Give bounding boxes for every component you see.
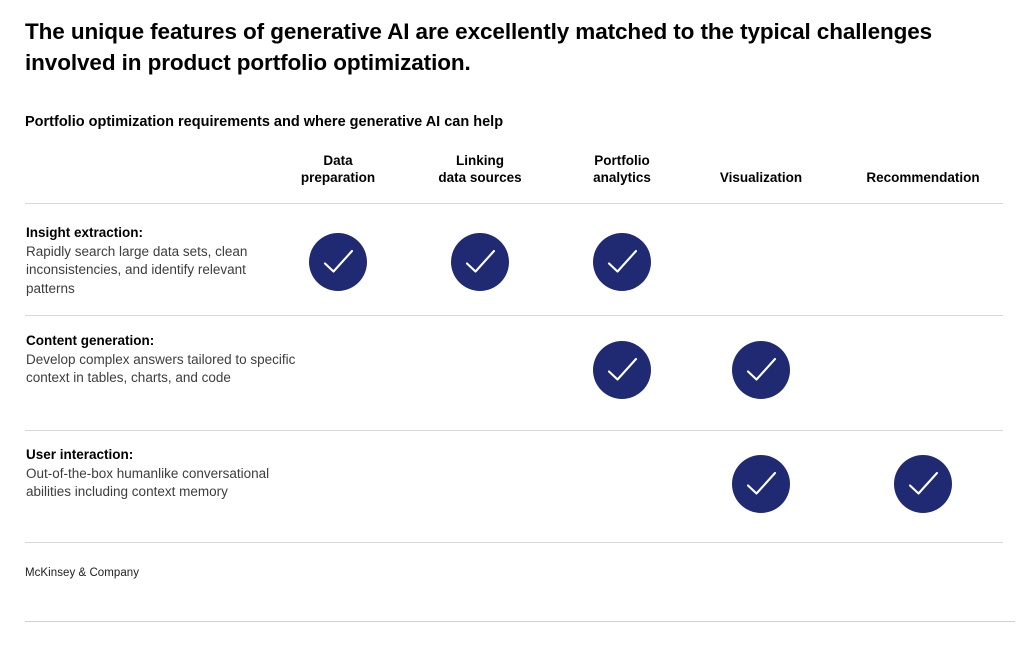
check-icon (323, 249, 354, 273)
brand-footer: McKinsey & Company (25, 567, 140, 579)
row-lead-user-interaction: User interaction: (26, 447, 134, 462)
divider-rule-1 (25, 203, 1003, 204)
row-label-insight-extraction: Insight extraction: Rapidly search large … (26, 224, 296, 298)
check-icon (746, 471, 777, 495)
column-header-recommendation: Recommendation (866, 170, 980, 185)
column-header-data-preparation: Data preparation (300, 153, 376, 185)
check-icon (908, 471, 939, 495)
divider-rule-3 (25, 430, 1003, 431)
check-cell-content-generation-portfolio-analytics (593, 341, 651, 399)
check-cell-user-interaction-visualization (732, 455, 790, 513)
row-description-content-generation: Develop complex answers tailored to spec… (26, 351, 296, 386)
infographic-page: The unique features of generative AI are… (0, 0, 1024, 650)
check-icon (746, 357, 777, 381)
check-cell-insight-extraction-portfolio-analytics (593, 233, 651, 291)
check-icon (465, 249, 496, 273)
row-description-user-interaction: Out-of-the-box humanlike conversational … (26, 465, 270, 500)
row-lead-content-generation: Content generation: (26, 333, 155, 348)
check-cell-content-generation-visualization (732, 341, 790, 399)
check-icon (607, 357, 638, 381)
check-cell-user-interaction-recommendation (894, 455, 952, 513)
column-header-portfolio-analytics: Portfolio analytics (593, 153, 651, 185)
divider-rule-2 (25, 315, 1003, 316)
row-description-insight-extraction: Rapidly search large data sets, clean in… (26, 243, 248, 296)
divider-rule-4 (25, 542, 1003, 543)
check-cell-insight-extraction-data-preparation (309, 233, 367, 291)
capability-matrix: Data preparation Linking data sources Port… (0, 0, 1024, 650)
page-bottom-rule (25, 621, 1015, 622)
check-icon (607, 249, 638, 273)
row-lead-insight-extraction: Insight extraction: (26, 225, 144, 240)
row-label-user-interaction: User interaction: Out-of-the-box humanlik… (26, 446, 296, 502)
column-header-visualization: Visualization (719, 170, 803, 185)
column-header-linking-data-sources: Linking data sources (438, 153, 522, 185)
check-cell-insight-extraction-linking-data-sources (451, 233, 509, 291)
row-label-content-generation: Content generation: Develop complex answe… (26, 332, 296, 388)
